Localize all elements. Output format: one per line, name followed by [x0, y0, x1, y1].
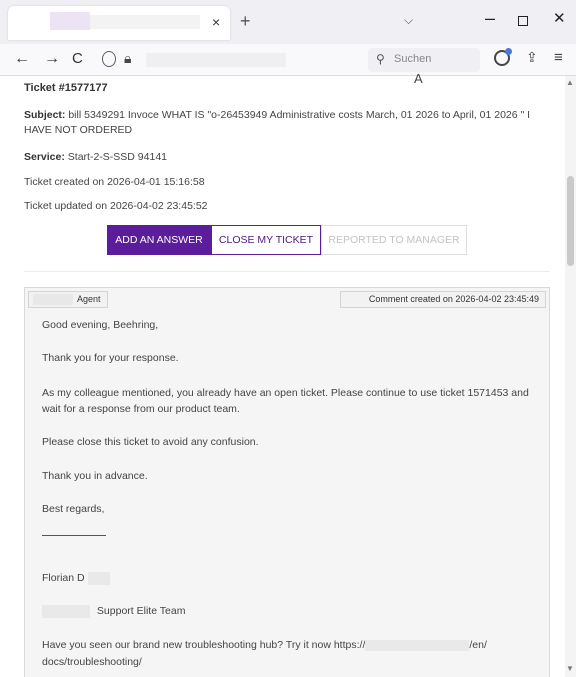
subject-label: Subject: [24, 109, 66, 121]
forward-icon[interactable]: → [44, 50, 60, 68]
author-role: Agent [77, 294, 101, 304]
signature-name: Florian D [42, 570, 538, 586]
comment-header: Agent Comment created on 2026-04-02 23:4… [25, 288, 549, 310]
navigation-toolbar: ← → C 🔒︎ 文A ☆ ⚲ Suchen ⇪ ≡ [0, 44, 576, 86]
share-icon[interactable]: ⇪ [526, 49, 538, 66]
comment-thanks-advance: Thank you in advance. [42, 470, 148, 482]
browser-tab[interactable]: × [8, 6, 230, 40]
chevron-down-icon[interactable]: ⌵ [404, 13, 413, 28]
menu-icon[interactable]: ≡ [554, 49, 563, 66]
lock-icon[interactable]: 🔒︎ [124, 50, 131, 67]
reload-icon[interactable]: C [72, 50, 83, 68]
ticket-created: Ticket created on 2026-04-01 15:16:58 [24, 176, 205, 188]
promo-link-path[interactable]: docs/troubleshooting/ [42, 654, 538, 670]
add-answer-button[interactable]: ADD AN ANSWER [107, 225, 211, 255]
divider [24, 271, 550, 272]
promo-suffix[interactable]: /en/ [469, 639, 487, 651]
close-ticket-button[interactable]: CLOSE MY TICKET [211, 225, 321, 255]
comment-greeting: Good evening, Beehring, [42, 319, 159, 331]
comment-author: Agent [28, 291, 108, 308]
tab-title-redacted [90, 15, 200, 29]
tab-favicon [50, 12, 90, 30]
subject-text: bill 5349291 Invoce WHAT IS "o-26453949 … [24, 109, 531, 136]
window-close-icon[interactable]: ✕ [553, 11, 566, 27]
back-icon[interactable]: ← [14, 50, 30, 68]
promo-prefix: Have you seen our brand new troubleshoot… [42, 639, 366, 651]
comment-card: Agent Comment created on 2026-04-02 23:4… [24, 287, 550, 677]
shield-icon[interactable] [102, 51, 116, 67]
signature-team-text: Support Elite Team [96, 605, 186, 617]
page-scrollbar[interactable]: ▲ ▼ [565, 76, 576, 677]
search-placeholder: Suchen [394, 53, 432, 65]
signature-team: Support Elite Team [42, 603, 538, 619]
search-icon: ⚲ [376, 52, 385, 66]
ticket-service: Service: Start-2-S-SSD 94141 [24, 150, 548, 165]
scroll-down-icon[interactable]: ▼ [566, 664, 574, 673]
signature-name-redacted [87, 571, 110, 585]
promo-link-redacted[interactable] [365, 639, 470, 651]
minimize-icon[interactable]: – [485, 9, 495, 27]
signature-rule [42, 535, 106, 536]
plus-icon[interactable]: + [240, 12, 251, 30]
author-name-redacted [33, 294, 73, 305]
tab-bar: × + ⌵ – ✕ [0, 0, 576, 44]
maximize-icon[interactable] [518, 16, 528, 26]
url-redacted [146, 53, 286, 67]
page-content: Ticket #1577177 Subject: bill 5349291 In… [0, 76, 564, 677]
comment-thanks: Thank you for your response. [42, 352, 179, 364]
comment-regards: Best regards, [42, 503, 105, 515]
ticket-id: Ticket #1577177 [24, 82, 108, 94]
comment-paragraph: As my colleague mentioned, you already h… [42, 387, 529, 415]
scroll-up-icon[interactable]: ▲ [566, 78, 574, 87]
service-label: Service: [24, 151, 65, 163]
comment-created: Comment created on 2026-04-02 23:45:49 [340, 291, 546, 308]
ticket-subject: Subject: bill 5349291 Invoce WHAT IS "o-… [24, 108, 548, 138]
signature-name-text: Florian D [42, 572, 85, 584]
company-name-redacted [42, 604, 90, 618]
ticket-updated: Ticket updated on 2026-04-02 23:45:52 [24, 200, 208, 212]
extension-badge [505, 48, 512, 55]
scroll-thumb[interactable] [567, 176, 574, 266]
url-bar[interactable]: 🔒︎ 文A ☆ [100, 47, 454, 86]
service-text: Start-2-S-SSD 94141 [67, 151, 168, 163]
reported-to-manager-button: REPORTED TO MANAGER [321, 225, 467, 255]
comment-paragraph: Please close this ticket to avoid any co… [42, 436, 259, 448]
close-icon[interactable]: × [212, 14, 220, 30]
promo-text: Have you seen our brand new troubleshoot… [42, 637, 538, 653]
ticket-actions: ADD AN ANSWER CLOSE MY TICKET REPORTED T… [107, 225, 467, 255]
search-input[interactable]: ⚲ Suchen [368, 48, 480, 72]
